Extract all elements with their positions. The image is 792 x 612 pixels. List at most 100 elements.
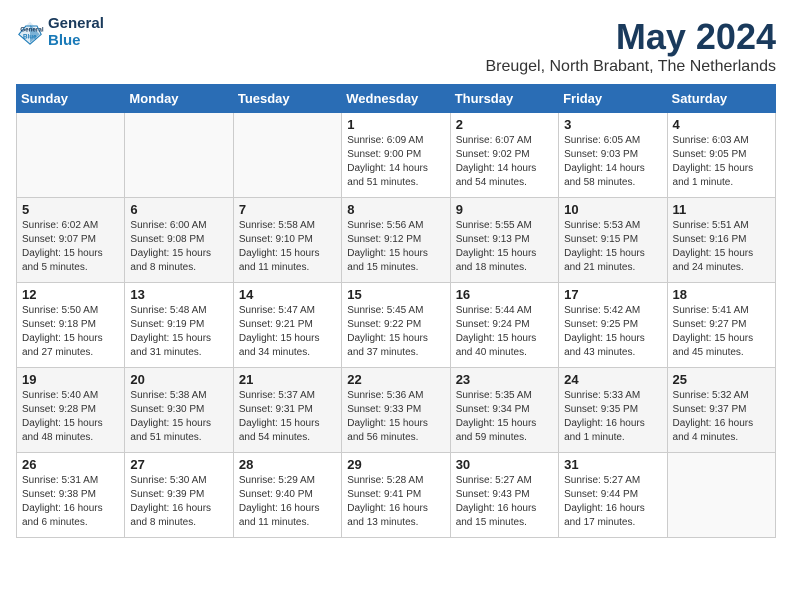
calendar-cell: 29 Sunrise: 5:28 AMSunset: 9:41 PMDayligh… [342,453,450,538]
calendar-cell: 24Sunrise: 5:33 AMSunset: 9:35 PMDayligh… [559,368,667,453]
day-info: Sunrise: 5:53 AMSunset: 9:15 PMDaylight:… [564,219,661,275]
day-number: 29 [347,457,444,472]
main-title: May 2024 [485,16,776,58]
day-info: Sunrise: 5:38 AMSunset: 9:30 PMDaylight:… [130,389,227,445]
title-area: May 2024 Breugel, North Brabant, The Net… [485,16,776,76]
day-info: Sunrise: 5:47 AMSunset: 9:21 PMDaylight:… [239,304,336,360]
logo-text-general: General [48,16,104,33]
day-number: 20 [130,372,227,387]
subtitle: Breugel, North Brabant, The Netherlands [485,58,776,76]
calendar-week-row: 1Sunrise: 6:09 AMSunset: 9:00 PMDaylight… [17,113,776,198]
day-info: Sunrise: 5:40 AMSunset: 9:28 PMDaylight:… [22,389,119,445]
day-info: Sunrise: 6:02 AMSunset: 9:07 PMDaylight:… [22,219,119,275]
day-info: Sunrise: 6:07 AMSunset: 9:02 PMDaylight:… [456,134,553,190]
day-number: 10 [564,202,661,217]
day-info: Sunrise: 5:45 AMSunset: 9:22 PMDaylight:… [347,304,444,360]
day-number: 17 [564,287,661,302]
day-info: Sunrise: 5:48 AMSunset: 9:19 PMDaylight:… [130,304,227,360]
day-number: 28 [239,457,336,472]
day-number: 9 [456,202,553,217]
day-number: 19 [22,372,119,387]
calendar-cell [17,113,125,198]
day-number: 24 [564,372,661,387]
day-info: Sunrise: 5:36 AMSunset: 9:33 PMDaylight:… [347,389,444,445]
calendar-cell: 14 Sunrise: 5:47 AMSunset: 9:21 PMDayligh… [233,283,341,368]
day-number: 25 [673,372,770,387]
day-number: 3 [564,117,661,132]
calendar-cell: 1Sunrise: 6:09 AMSunset: 9:00 PMDaylight… [342,113,450,198]
day-number: 21 [239,372,336,387]
calendar-cell: 25 Sunrise: 5:32 AMSunset: 9:37 PMDayligh… [667,368,775,453]
day-info: Sunrise: 5:56 AMSunset: 9:12 PMDaylight:… [347,219,444,275]
day-info: Sunrise: 6:00 AMSunset: 9:08 PMDaylight:… [130,219,227,275]
calendar-cell [667,453,775,538]
day-number: 2 [456,117,553,132]
calendar-cell: 16Sunrise: 5:44 AMSunset: 9:24 PMDayligh… [450,283,558,368]
day-number: 5 [22,202,119,217]
calendar-cell: 9 Sunrise: 5:55 AMSunset: 9:13 PMDaylight… [450,198,558,283]
calendar-cell: 11 Sunrise: 5:51 AMSunset: 9:16 PMDayligh… [667,198,775,283]
day-number: 27 [130,457,227,472]
calendar-cell: 19 Sunrise: 5:40 AMSunset: 9:28 PMDayligh… [17,368,125,453]
weekday-header-sunday: Sunday [17,85,125,113]
weekday-header-wednesday: Wednesday [342,85,450,113]
calendar-cell [233,113,341,198]
weekday-header-friday: Friday [559,85,667,113]
day-number: 30 [456,457,553,472]
day-info: Sunrise: 5:51 AMSunset: 9:16 PMDaylight:… [673,219,770,275]
day-number: 4 [673,117,770,132]
calendar-week-row: 5 Sunrise: 6:02 AMSunset: 9:07 PMDaylight… [17,198,776,283]
day-number: 15 [347,287,444,302]
day-number: 14 [239,287,336,302]
day-info: Sunrise: 5:50 AMSunset: 9:18 PMDaylight:… [22,304,119,360]
calendar-cell: 12 Sunrise: 5:50 AMSunset: 9:18 PMDayligh… [17,283,125,368]
day-number: 16 [456,287,553,302]
svg-text:General: General [20,26,44,33]
calendar-cell [125,113,233,198]
day-number: 7 [239,202,336,217]
day-info: Sunrise: 5:35 AMSunset: 9:34 PMDaylight:… [456,389,553,445]
day-number: 1 [347,117,444,132]
day-info: Sunrise: 5:27 AMSunset: 9:44 PMDaylight:… [564,474,661,530]
calendar-cell: 18 Sunrise: 5:41 AMSunset: 9:27 PMDayligh… [667,283,775,368]
day-number: 18 [673,287,770,302]
calendar-cell: 28Sunrise: 5:29 AMSunset: 9:40 PMDayligh… [233,453,341,538]
day-info: Sunrise: 6:03 AMSunset: 9:05 PMDaylight:… [673,134,770,190]
calendar-cell: 30Sunrise: 5:27 AMSunset: 9:43 PMDayligh… [450,453,558,538]
day-info: Sunrise: 5:31 AMSunset: 9:38 PMDaylight:… [22,474,119,530]
calendar-week-row: 26 Sunrise: 5:31 AMSunset: 9:38 PMDayligh… [17,453,776,538]
calendar-cell: 10 Sunrise: 5:53 AMSunset: 9:15 PMDayligh… [559,198,667,283]
svg-text:Blue: Blue [23,33,37,40]
calendar-cell: 22 Sunrise: 5:36 AMSunset: 9:33 PMDayligh… [342,368,450,453]
calendar-week-row: 12 Sunrise: 5:50 AMSunset: 9:18 PMDayligh… [17,283,776,368]
weekday-header-tuesday: Tuesday [233,85,341,113]
day-number: 11 [673,202,770,217]
day-info: Sunrise: 5:55 AMSunset: 9:13 PMDaylight:… [456,219,553,275]
header: General Blue General Blue May 2024 Breug… [16,16,776,76]
calendar-cell: 6 Sunrise: 6:00 AMSunset: 9:08 PMDaylight… [125,198,233,283]
day-info: Sunrise: 5:28 AMSunset: 9:41 PMDaylight:… [347,474,444,530]
day-info: Sunrise: 5:41 AMSunset: 9:27 PMDaylight:… [673,304,770,360]
calendar-cell: 20 Sunrise: 5:38 AMSunset: 9:30 PMDayligh… [125,368,233,453]
day-number: 12 [22,287,119,302]
day-number: 22 [347,372,444,387]
logo: General Blue General Blue [16,16,104,49]
day-info: Sunrise: 5:32 AMSunset: 9:37 PMDaylight:… [673,389,770,445]
calendar-cell: 26 Sunrise: 5:31 AMSunset: 9:38 PMDayligh… [17,453,125,538]
day-number: 23 [456,372,553,387]
logo-icon: General Blue [16,19,44,47]
calendar-cell: 17Sunrise: 5:42 AMSunset: 9:25 PMDayligh… [559,283,667,368]
day-number: 6 [130,202,227,217]
day-number: 8 [347,202,444,217]
day-info: Sunrise: 5:30 AMSunset: 9:39 PMDaylight:… [130,474,227,530]
weekday-header-saturday: Saturday [667,85,775,113]
calendar-cell: 8 Sunrise: 5:56 AMSunset: 9:12 PMDaylight… [342,198,450,283]
day-number: 26 [22,457,119,472]
calendar-table: SundayMondayTuesdayWednesdayThursdayFrid… [16,84,776,538]
calendar-week-row: 19 Sunrise: 5:40 AMSunset: 9:28 PMDayligh… [17,368,776,453]
day-number: 13 [130,287,227,302]
calendar-cell: 4 Sunrise: 6:03 AMSunset: 9:05 PMDaylight… [667,113,775,198]
calendar-cell: 23 Sunrise: 5:35 AMSunset: 9:34 PMDayligh… [450,368,558,453]
day-info: Sunrise: 5:58 AMSunset: 9:10 PMDaylight:… [239,219,336,275]
day-info: Sunrise: 5:37 AMSunset: 9:31 PMDaylight:… [239,389,336,445]
